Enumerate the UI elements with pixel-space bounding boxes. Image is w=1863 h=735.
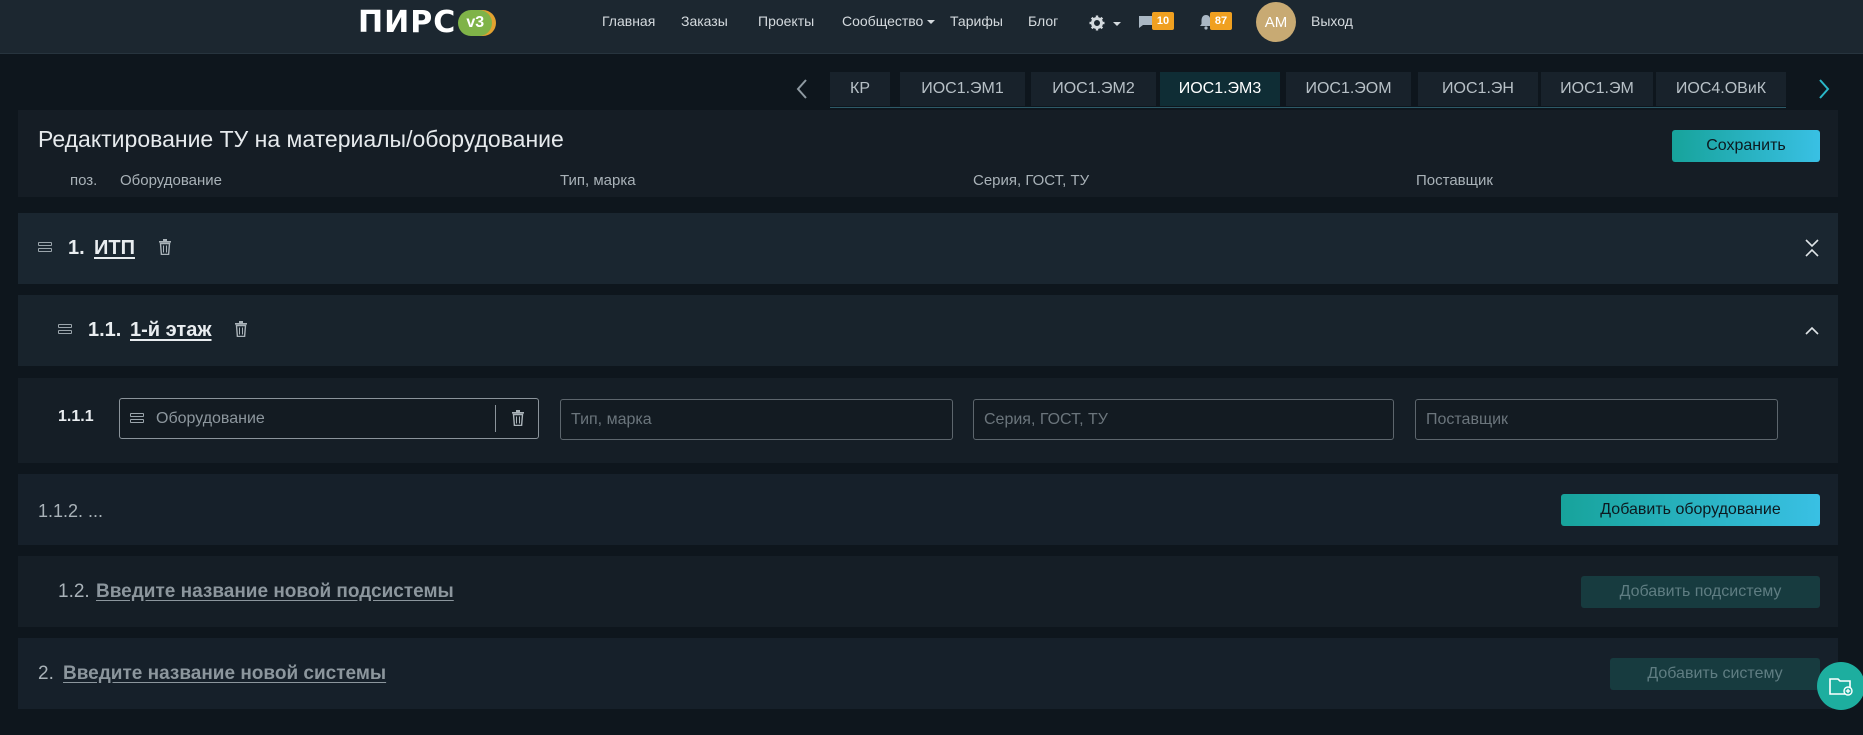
logout-link[interactable]: Выход xyxy=(1311,13,1353,29)
add-subsystem-button[interactable]: Добавить подсистему xyxy=(1581,576,1820,608)
chevron-up-icon[interactable] xyxy=(1804,325,1820,335)
folder-add-icon xyxy=(1829,678,1853,696)
gear-icon xyxy=(1089,15,1105,31)
tab-ios1-eom[interactable]: ИОС1.ЭОМ xyxy=(1286,72,1411,106)
nav-link-community-label: Сообщество xyxy=(842,13,924,29)
chevron-right-icon xyxy=(1819,79,1830,99)
column-header-equipment: Оборудование xyxy=(120,172,223,189)
column-header-supplier: Поставщик xyxy=(1416,172,1493,189)
system-panel: 1. ИТП xyxy=(18,213,1838,284)
logo[interactable]: ПИРС v3 xyxy=(358,5,493,40)
add-system-button[interactable]: Добавить систему xyxy=(1610,658,1820,690)
nav-link-home[interactable]: Главная xyxy=(602,13,655,29)
notifications-count-badge: 87 xyxy=(1210,12,1232,30)
tab-ios1-em3[interactable]: ИОС1.ЭМ3 xyxy=(1160,72,1280,106)
subsystem-panel: 1.1. 1-й этаж xyxy=(18,295,1838,366)
top-navbar: ПИРС v3 Главная Заказы Проекты Сообществ… xyxy=(0,0,1863,54)
equipment-row: 1.1.1 Оборудование Тип, марка Серия, ГОС… xyxy=(18,378,1838,463)
type-field[interactable]: Тип, марка xyxy=(560,399,953,440)
chevron-left-icon xyxy=(796,79,807,99)
tab-ios1-em1[interactable]: ИОС1.ЭМ1 xyxy=(900,72,1025,106)
notifications-button[interactable]: 87 xyxy=(1198,11,1238,31)
column-header-series: Серия, ГОСТ, ТУ xyxy=(973,172,1090,189)
logo-text: ПИРС xyxy=(358,5,457,40)
series-field[interactable]: Серия, ГОСТ, ТУ xyxy=(973,399,1394,440)
editor-header: Редактирование ТУ на материалы/оборудова… xyxy=(18,110,1838,197)
column-header-type: Тип, марка xyxy=(560,172,636,189)
tabs-prev-button[interactable] xyxy=(790,78,814,102)
collapse-all-icon[interactable] xyxy=(1804,239,1820,257)
new-subsystem-number: 1.2. xyxy=(58,581,90,602)
trash-icon[interactable] xyxy=(158,239,172,255)
floating-folder-button[interactable] xyxy=(1817,662,1863,710)
nav-link-orders[interactable]: Заказы xyxy=(681,13,728,29)
tabs-underline xyxy=(830,107,1786,108)
next-item-position: 1.1.2. xyxy=(38,501,84,521)
drag-handle-icon[interactable] xyxy=(130,412,144,425)
subsystem-number: 1.1. xyxy=(88,319,122,341)
add-equipment-button[interactable]: Добавить оборудование xyxy=(1561,494,1820,526)
discipline-tabs: КР ИОС1.ЭМ1 ИОС1.ЭМ2 ИОС1.ЭМ3 ИОС1.ЭОМ И… xyxy=(790,72,1830,108)
new-system-row: 2. Введите название новой системы Добави… xyxy=(18,638,1838,709)
new-system-number: 2. xyxy=(38,663,54,684)
nav-link-blog[interactable]: Блог xyxy=(1028,13,1058,29)
tab-ios1-em2[interactable]: ИОС1.ЭМ2 xyxy=(1031,72,1156,106)
nav-link-community[interactable]: Сообщество xyxy=(842,13,936,29)
chevron-down-icon xyxy=(1113,22,1121,26)
tab-ios1-en[interactable]: ИОС1.ЭН xyxy=(1418,72,1538,106)
tab-ios4-ovik[interactable]: ИОС4.ОВиК xyxy=(1656,72,1786,106)
nav-link-projects[interactable]: Проекты xyxy=(758,13,814,29)
field-divider xyxy=(495,405,496,432)
new-subsystem-row: 1.2. Введите название новой подсистемы Д… xyxy=(18,556,1838,627)
equipment-field-placeholder: Оборудование xyxy=(156,409,265,427)
subsystem-name[interactable]: 1-й этаж xyxy=(130,319,212,342)
logo-version-badge: v3 xyxy=(458,10,493,36)
avatar[interactable]: АМ xyxy=(1256,2,1296,42)
supplier-field[interactable]: Поставщик xyxy=(1415,399,1778,440)
new-system-name-input[interactable]: Введите название новой системы xyxy=(63,663,386,685)
nav-link-pricing[interactable]: Тарифы xyxy=(950,13,1003,29)
save-button[interactable]: Сохранить xyxy=(1672,130,1820,162)
system-name[interactable]: ИТП xyxy=(94,237,135,260)
next-item-ellipsis: ... xyxy=(88,501,104,521)
settings-dropdown[interactable] xyxy=(1089,13,1121,33)
item-position: 1.1.1 xyxy=(58,408,94,425)
tab-kr[interactable]: КР xyxy=(830,72,890,106)
tabs-next-button[interactable] xyxy=(1812,78,1836,102)
column-header-position: поз. xyxy=(70,172,98,189)
tab-ios1-em[interactable]: ИОС1.ЭМ xyxy=(1541,72,1653,106)
messages-count-badge: 10 xyxy=(1152,12,1174,30)
new-subsystem-name-input[interactable]: Введите название новой подсистемы xyxy=(96,581,454,603)
system-number: 1. xyxy=(68,237,85,259)
add-equipment-row: 1.1.2. ... Добавить оборудование xyxy=(18,474,1838,545)
drag-handle-icon[interactable] xyxy=(58,324,72,336)
trash-icon[interactable] xyxy=(234,321,248,337)
messages-button[interactable]: 10 xyxy=(1138,11,1178,31)
drag-handle-icon[interactable] xyxy=(38,242,52,254)
trash-icon[interactable] xyxy=(511,410,525,426)
chevron-down-icon xyxy=(927,20,936,25)
page-title: Редактирование ТУ на материалы/оборудова… xyxy=(38,126,564,152)
equipment-field[interactable]: Оборудование xyxy=(119,398,539,439)
